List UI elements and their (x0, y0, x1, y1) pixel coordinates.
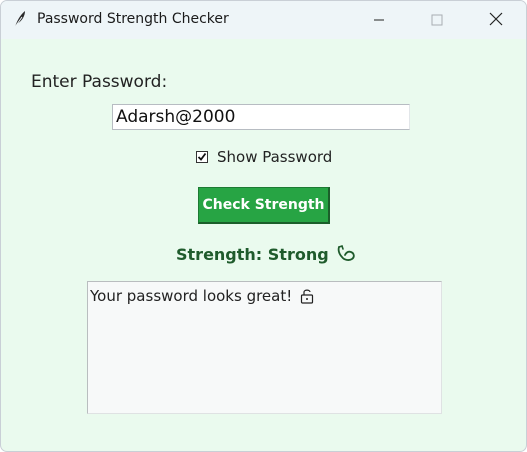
password-input[interactable] (112, 104, 410, 130)
maximize-button[interactable] (408, 1, 466, 39)
app-window: Password Strength Checker Enter Password… (0, 0, 527, 452)
enter-password-label: Enter Password: (31, 72, 168, 92)
show-password-checkbox-row[interactable]: Show Password (196, 148, 332, 166)
show-password-checkbox[interactable] (196, 151, 208, 163)
check-strength-button[interactable]: Check Strength (198, 187, 330, 224)
flexed-arm-icon (335, 244, 357, 264)
close-button[interactable] (467, 1, 525, 39)
feedback-message: Your password looks great! (90, 287, 293, 305)
feedback-text-area[interactable]: Your password looks great! (87, 281, 442, 414)
maximize-icon (431, 11, 443, 30)
minimize-icon (373, 11, 385, 30)
show-password-label[interactable]: Show Password (217, 148, 332, 166)
unlocked-padlock-icon (300, 288, 314, 304)
strength-label: Strength: Strong (176, 244, 329, 264)
close-icon (489, 11, 503, 30)
feather-icon (11, 9, 29, 29)
strength-result: Strength: Strong (176, 244, 357, 264)
minimize-button[interactable] (350, 1, 408, 39)
title-bar[interactable]: Password Strength Checker (1, 1, 526, 39)
feedback-line: Your password looks great! (90, 287, 441, 305)
window-title: Password Strength Checker (37, 11, 229, 27)
